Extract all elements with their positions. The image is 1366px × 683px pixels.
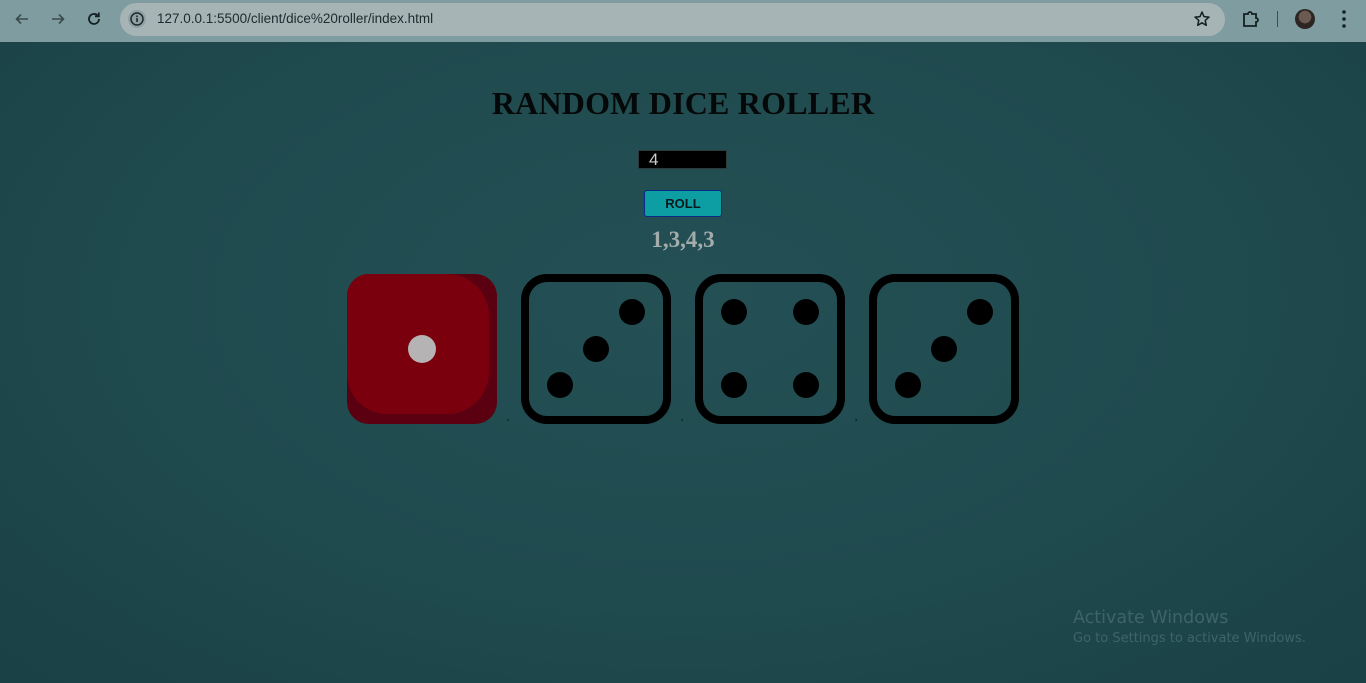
watermark-title: Activate Windows xyxy=(1073,608,1229,628)
info-icon[interactable] xyxy=(128,10,146,28)
roll-result: 1,3,4,3 xyxy=(651,227,715,252)
forward-button[interactable] xyxy=(46,7,70,31)
address-bar[interactable]: 127.0.0.1:5500/client/dice%20roller/inde… xyxy=(120,3,1225,36)
profile-avatar[interactable] xyxy=(1295,9,1315,29)
roll-button[interactable]: ROLL xyxy=(644,190,722,217)
dice-separator: , xyxy=(855,412,858,422)
page-content: RANDOM DICE ROLLER ROLL 1,3,4,3 , , , xyxy=(0,42,1366,683)
extensions-button[interactable] xyxy=(1240,8,1262,35)
puzzle-icon xyxy=(1243,11,1259,27)
arrow-right-icon xyxy=(52,13,65,25)
dice-separator: , xyxy=(681,412,684,422)
reload-button[interactable] xyxy=(82,7,106,31)
die-face-four-icon xyxy=(695,274,845,424)
toolbar-separator xyxy=(1277,11,1278,27)
die-face-three-icon xyxy=(521,274,671,424)
browser-toolbar: 127.0.0.1:5500/client/dice%20roller/inde… xyxy=(0,0,1366,42)
die-1 xyxy=(347,274,497,424)
star-icon[interactable] xyxy=(1193,10,1211,28)
watermark-subtitle: Go to Settings to activate Windows. xyxy=(1073,631,1306,646)
die-face-one-icon xyxy=(347,274,497,424)
die-3 xyxy=(695,274,845,424)
die-face-three-icon xyxy=(869,274,1019,424)
die-2 xyxy=(521,274,671,424)
windows-activation-watermark: Activate Windows Go to Settings to activ… xyxy=(1073,608,1306,646)
kebab-menu-icon xyxy=(1342,10,1346,28)
dice-count-input[interactable] xyxy=(638,150,727,169)
arrow-left-icon xyxy=(15,13,28,25)
die-4 xyxy=(869,274,1019,424)
url-text: 127.0.0.1:5500/client/dice%20roller/inde… xyxy=(157,11,434,26)
page-title: RANDOM DICE ROLLER xyxy=(491,85,875,121)
menu-button[interactable] xyxy=(1334,8,1354,35)
dice-separator: , xyxy=(507,412,510,422)
back-button[interactable] xyxy=(10,7,34,31)
reload-icon xyxy=(88,12,100,25)
